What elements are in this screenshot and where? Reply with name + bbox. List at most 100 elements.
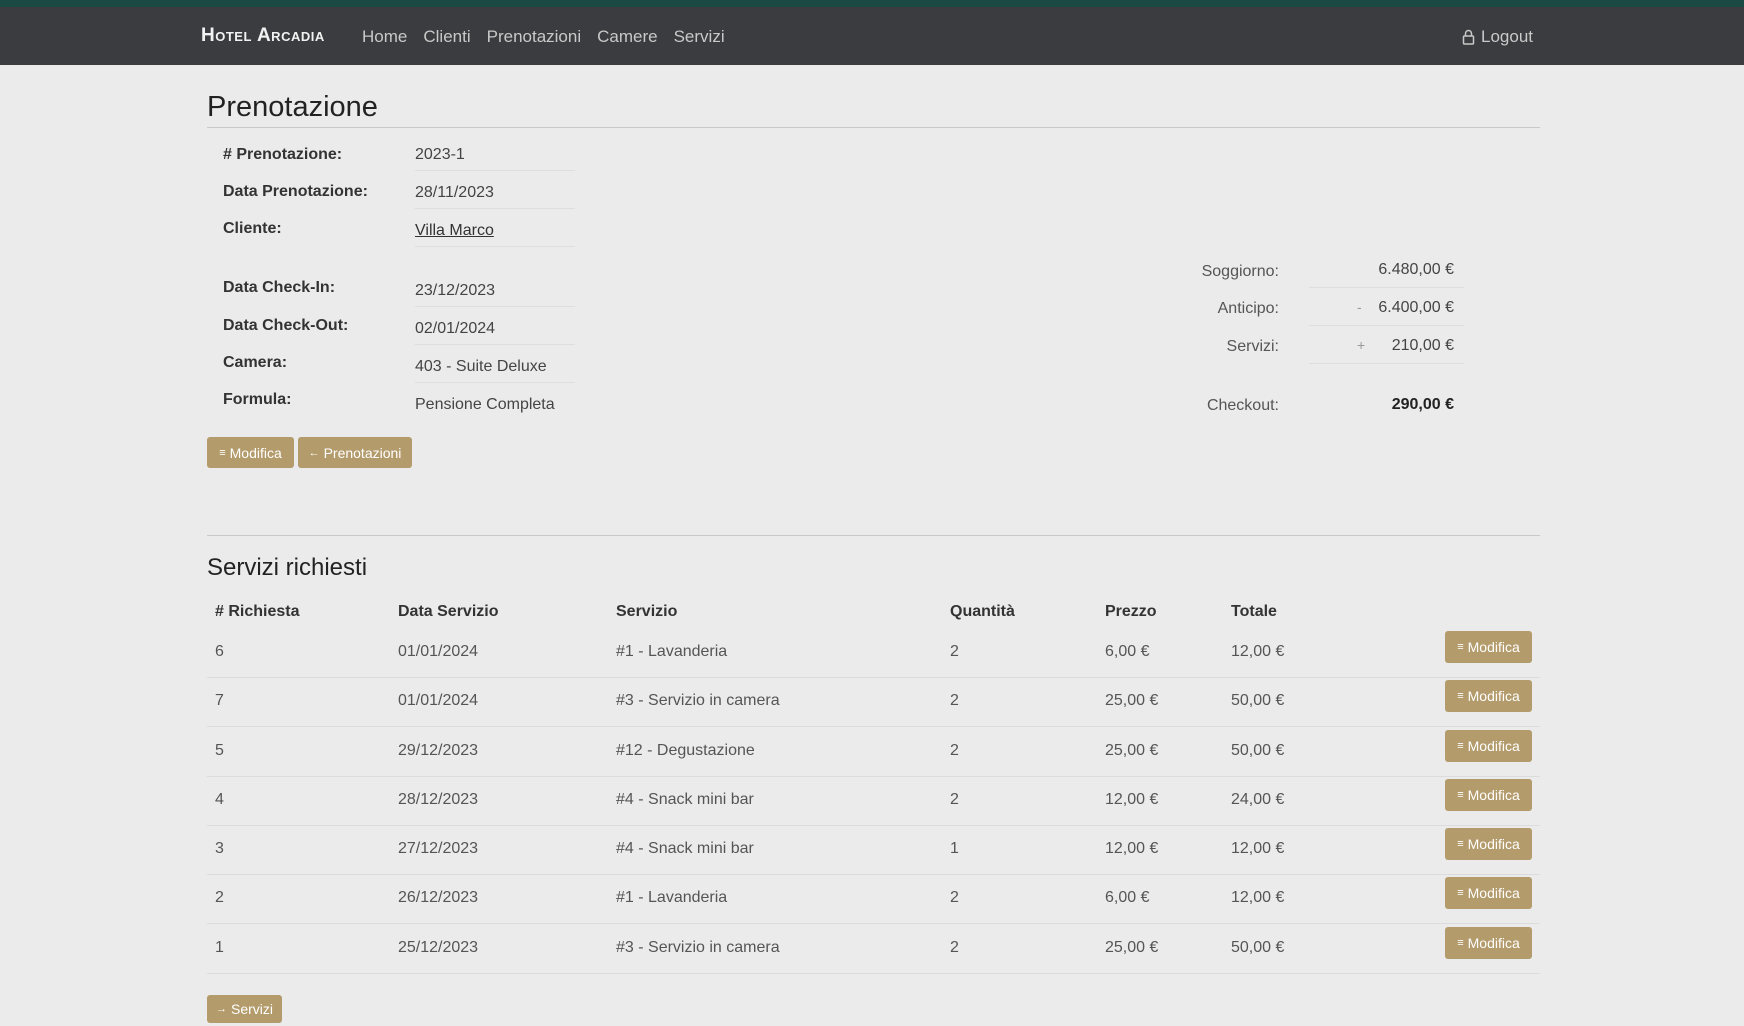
cell-prezzo: 25,00 € [1105,692,1159,709]
nav-prenotazioni[interactable]: Prenotazioni [487,27,582,47]
label-anticipo: Anticipo: [1217,300,1279,317]
cell-servizio: #12 - Degustazione [616,742,755,759]
logout-link[interactable]: Logout [1462,27,1533,47]
menu-icon: ≡ [1457,740,1464,752]
cell-data-servizio: 27/12/2023 [398,840,479,857]
col-header-servizio: Servizio [616,603,678,620]
cell-servizio: #3 - Servizio in camera [616,692,780,709]
col-header-richiesta: # Richiesta [215,603,300,620]
value-cliente: Villa Marco [415,222,575,247]
arrow-left-icon: ← [308,446,320,459]
cell-totale: 50,00 € [1231,939,1285,956]
cell-servizio: #4 - Snack mini bar [616,840,754,857]
menu-icon: ≡ [1457,690,1464,702]
row-divider [207,726,1540,727]
modifica-label: Modifica [1467,836,1520,852]
value-checkin: 23/12/2023 [415,282,575,307]
cliente-link[interactable]: Villa Marco [415,222,494,239]
servizi-link-button[interactable]: → Servizi [207,995,282,1023]
cell-prezzo: 12,00 € [1105,840,1159,857]
cell-data-servizio: 25/12/2023 [398,939,479,956]
page-title: Prenotazione [207,91,378,123]
modifica-servizio-button[interactable]: ≡ Modifica [1445,631,1532,663]
label-data-prenotazione: Data Prenotazione: [223,183,368,200]
modifica-prenotazione-button[interactable]: ≡ Modifica [207,437,294,468]
cell-totale: 12,00 € [1231,643,1285,660]
nav-camere[interactable]: Camere [597,27,657,47]
cell-richiesta: 4 [215,791,224,808]
cell-servizio: #4 - Snack mini bar [616,791,754,808]
prenotazioni-label: Prenotazioni [323,444,402,461]
menu-icon: ≡ [1457,887,1464,899]
logout-label: Logout [1481,27,1533,46]
modifica-label: Modifica [1467,885,1520,901]
row-divider [207,973,1540,974]
value-servizi-totale: 210,00 € [1309,337,1464,364]
label-checkout-totale: Checkout: [1206,397,1279,414]
modifica-label: Modifica [1467,639,1520,655]
value-soggiorno: 6.480,00 € [1309,261,1464,288]
cell-quantita: 2 [950,939,959,956]
cell-totale: 24,00 € [1231,791,1285,808]
label-checkin: Data Check-In: [223,279,336,296]
menu-icon: ≡ [1457,641,1464,653]
cell-richiesta: 6 [215,643,224,660]
cell-prezzo: 6,00 € [1105,889,1150,906]
cell-quantita: 1 [950,840,959,857]
row-divider [207,923,1540,924]
label-formula: Formula: [223,391,292,408]
cell-data-servizio: 01/01/2024 [398,692,479,709]
cell-data-servizio: 28/12/2023 [398,791,479,808]
modifica-servizio-button[interactable]: ≡ Modifica [1445,680,1532,712]
nav-home[interactable]: Home [362,27,407,47]
cell-quantita: 2 [950,742,959,759]
modifica-servizio-button[interactable]: ≡ Modifica [1445,779,1532,811]
navbar: Hotel Arcadia Home Clienti Prenotazioni … [0,7,1744,65]
back-prenotazioni-button[interactable]: ← Prenotazioni [298,437,412,468]
modifica-servizio-button[interactable]: ≡ Modifica [1445,927,1532,959]
modifica-servizio-button[interactable]: ≡ Modifica [1445,730,1532,762]
cell-richiesta: 2 [215,889,224,906]
row-divider [207,776,1540,777]
modifica-label: Modifica [229,444,282,461]
row-divider [207,825,1540,826]
divider [207,535,1540,536]
label-soggiorno: Soggiorno: [1201,263,1279,280]
cell-quantita: 2 [950,889,959,906]
cell-servizio: #3 - Servizio in camera [616,939,780,956]
label-cliente: Cliente: [223,220,282,237]
cell-totale: 12,00 € [1231,840,1285,857]
nav-clienti[interactable]: Clienti [423,27,470,47]
divider [207,127,1540,128]
cell-totale: 50,00 € [1231,692,1285,709]
value-checkout-totale: 290,00 € [1391,396,1454,413]
arrow-right-icon: → [215,1003,227,1015]
cell-prezzo: 12,00 € [1105,791,1159,808]
cell-quantita: 2 [950,643,959,660]
cell-richiesta: 5 [215,742,224,759]
cell-prezzo: 25,00 € [1105,939,1159,956]
label-servizi-totale: Servizi: [1226,338,1279,355]
value-checkout: 02/01/2024 [415,320,575,345]
modifica-servizio-button[interactable]: ≡ Modifica [1445,877,1532,909]
cell-richiesta: 3 [215,840,224,857]
cell-data-servizio: 26/12/2023 [398,889,479,906]
cell-servizio: #1 - Lavanderia [616,643,728,660]
modifica-servizio-button[interactable]: ≡ Modifica [1445,828,1532,860]
modifica-label: Modifica [1467,935,1520,951]
row-divider [207,874,1540,875]
nav-servizi[interactable]: Servizi [674,27,725,47]
cell-prezzo: 6,00 € [1105,643,1150,660]
label-camera: Camera: [223,354,288,371]
menu-icon: ≡ [219,446,226,459]
modifica-label: Modifica [1467,787,1520,803]
value-camera: 403 - Suite Deluxe [415,358,575,383]
value-numero-prenotazione: 2023-1 [415,146,575,171]
lock-icon [1462,29,1475,45]
cell-totale: 50,00 € [1231,742,1285,759]
brand-logo[interactable]: Hotel Arcadia [201,25,325,47]
col-header-totale: Totale [1231,603,1277,620]
cell-quantita: 2 [950,692,959,709]
menu-icon: ≡ [1457,789,1464,801]
menu-icon: ≡ [1457,937,1464,949]
